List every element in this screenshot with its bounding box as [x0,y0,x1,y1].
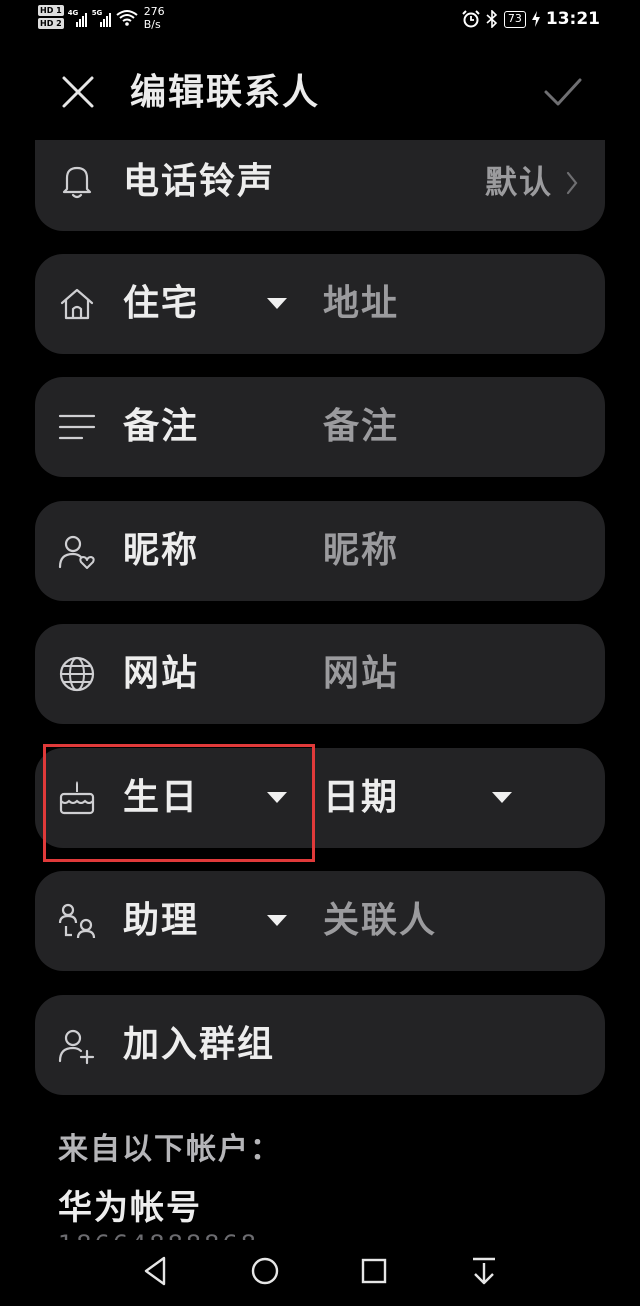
battery-level: 73 [503,10,526,28]
account-name: 华为帐号 [58,1188,202,1228]
add-to-group-label: 加入群组 [123,1024,276,1065]
birthday-row: 生日 日期 [35,748,605,848]
charging-icon [531,11,540,27]
address-row: 住宅 地址 [35,254,605,354]
network-speed: 276 B/s [143,5,165,31]
nickname-label: 昵称 [123,530,200,571]
hd-badge-2: HD 2 [38,18,64,29]
globe-icon [59,656,95,692]
nickname-row: 昵称 昵称 [35,501,605,601]
alarm-icon [462,10,480,28]
website-row: 网站 网站 [35,624,605,724]
bell-icon [62,166,92,199]
hd-badge-1: HD 1 [38,5,64,16]
cake-icon [59,781,95,815]
bluetooth-icon [486,10,498,28]
birthday-type-label[interactable]: 生日 [123,772,199,824]
caret-down-icon[interactable] [267,298,287,309]
app-header: 编辑联系人 [0,60,640,124]
note-row: 备注 备注 [35,377,605,477]
back-icon[interactable] [142,1254,168,1288]
signal-icon-1: 4G [68,5,88,27]
address-input[interactable]: 地址 [323,278,399,330]
clock: 13:21 [545,9,600,29]
status-left: HD 1 HD 2 4G 5G 276 B/s [38,5,165,31]
notification-pulldown-icon[interactable] [470,1254,498,1288]
hd-badges: HD 1 HD 2 [38,5,64,29]
status-bar: HD 1 HD 2 4G 5G 276 B/s 73 13:21 [0,0,640,40]
close-icon[interactable] [56,70,100,114]
assistant-input[interactable]: 关联人 [323,895,437,947]
navigation-bar [0,1240,640,1306]
ringtone-row[interactable]: 电话铃声 默认 [35,140,605,231]
assistant-type-label[interactable]: 助理 [123,895,199,947]
check-icon[interactable] [540,70,586,114]
nickname-input[interactable]: 昵称 [323,525,399,577]
birthday-date-field[interactable]: 日期 [323,772,399,824]
page-title: 编辑联系人 [130,72,321,113]
person-heart-icon [58,535,95,569]
note-label: 备注 [123,406,200,447]
website-input[interactable]: 网站 [323,648,399,700]
caret-down-icon[interactable] [267,915,287,926]
ringtone-label: 电话铃声 [123,161,276,202]
person-add-icon [58,1029,95,1065]
home-nav-icon[interactable] [250,1254,280,1288]
people-link-icon [58,903,96,939]
note-input[interactable]: 备注 [323,401,399,453]
chevron-right-icon [566,171,578,195]
accounts-heading: 来自以下帐户： [58,1132,282,1167]
status-right: 73 13:21 [462,9,600,29]
add-to-group-row[interactable]: 加入群组 [35,995,605,1095]
wifi-icon [116,10,138,26]
signal-icon-2: 5G [92,5,112,27]
recent-apps-icon[interactable] [360,1254,388,1288]
address-type-label[interactable]: 住宅 [123,278,199,330]
lines-icon [58,414,96,440]
caret-down-icon[interactable] [267,792,287,803]
website-label: 网站 [123,653,200,694]
home-icon [60,288,94,320]
ringtone-value: 默认 [484,163,553,201]
caret-down-icon[interactable] [492,792,512,803]
assistant-row: 助理 关联人 [35,871,605,971]
